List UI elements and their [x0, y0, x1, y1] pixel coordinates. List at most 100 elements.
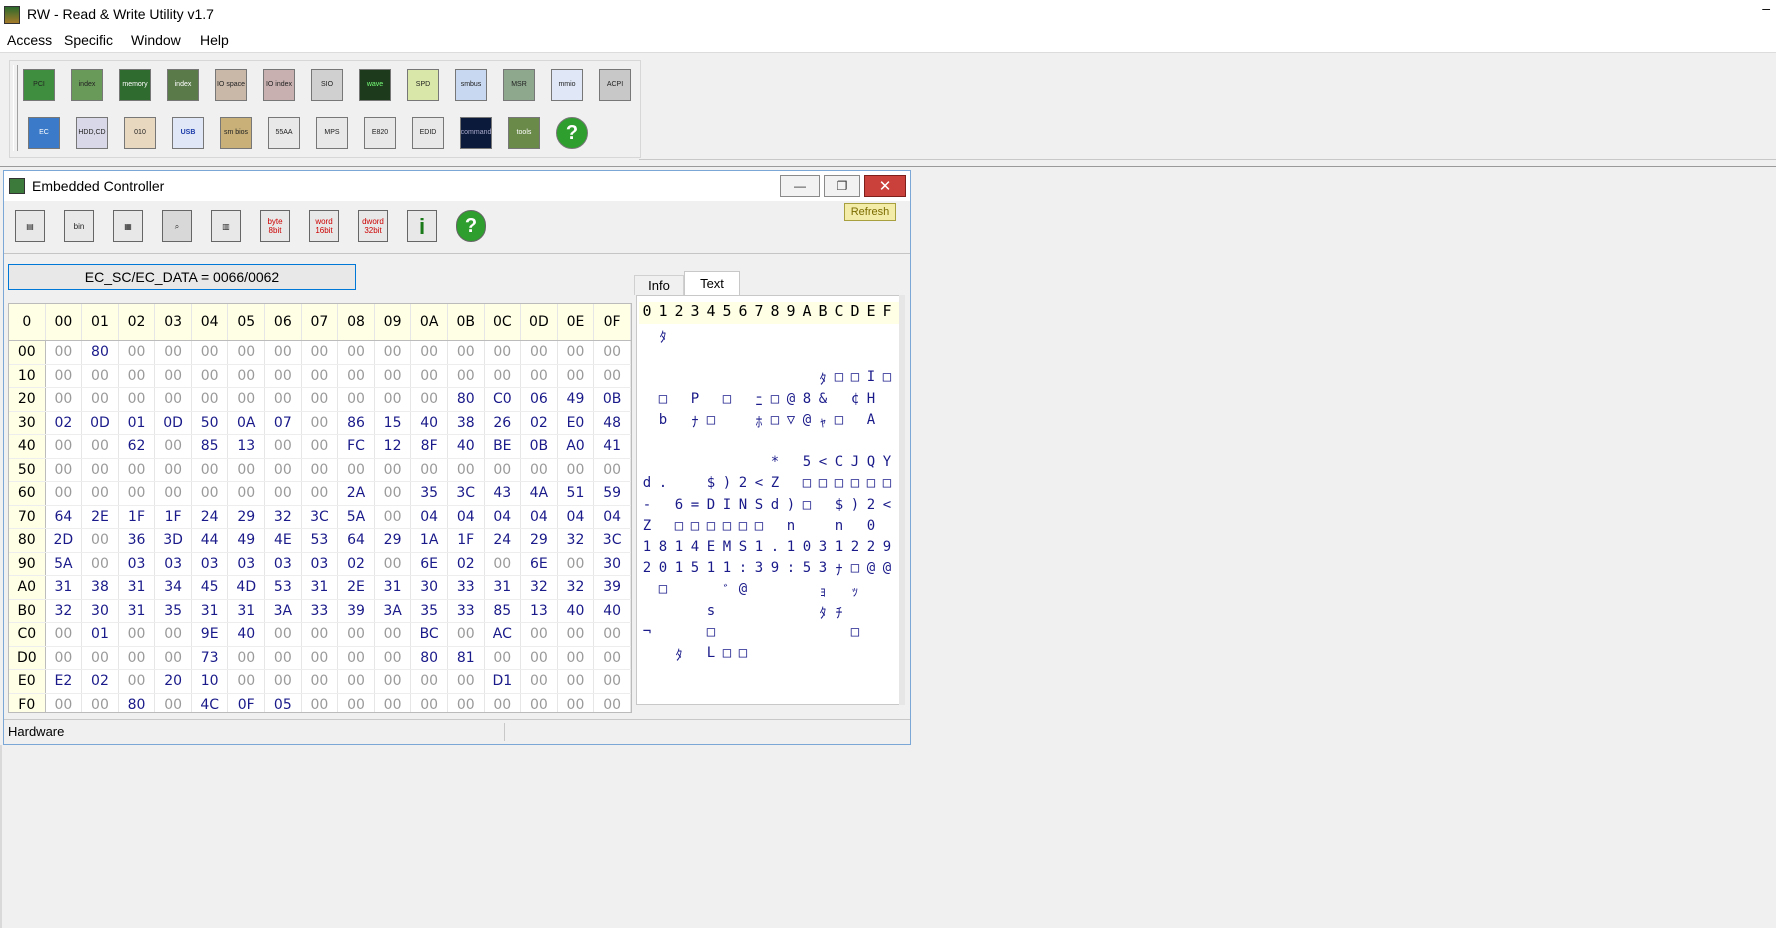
hex-cell[interactable]: FC: [337, 434, 375, 459]
ec-help-icon[interactable]: ?: [456, 210, 486, 242]
hex-cell[interactable]: 00: [81, 387, 119, 412]
hex-cell[interactable]: 00: [301, 340, 339, 365]
hex-cell[interactable]: 73: [191, 646, 229, 670]
text-char[interactable]: [799, 518, 815, 540]
text-char[interactable]: [735, 454, 751, 476]
hex-cell[interactable]: 00: [374, 340, 412, 365]
hex-cell[interactable]: 5A: [337, 505, 375, 529]
text-char[interactable]: [767, 369, 783, 391]
hex-cell[interactable]: 00: [484, 364, 522, 388]
hex-cell[interactable]: 00: [154, 434, 192, 459]
text-char[interactable]: [687, 603, 703, 625]
hex-cell[interactable]: 00: [520, 340, 558, 365]
text-char[interactable]: [719, 369, 735, 391]
hex-cell[interactable]: 00: [45, 340, 83, 365]
hex-cell[interactable]: 45: [191, 575, 229, 600]
hex-cell[interactable]: 00: [447, 364, 485, 388]
hex-cell[interactable]: AC: [484, 622, 522, 647]
hex-cell[interactable]: 13: [520, 599, 558, 623]
hex-cell[interactable]: 00: [484, 458, 522, 482]
hex-cell[interactable]: 00: [45, 434, 83, 459]
hex-cell[interactable]: 02: [81, 669, 119, 694]
ec-restore-button[interactable]: ❐: [824, 175, 860, 197]
text-char[interactable]: [671, 581, 687, 603]
text-char[interactable]: [783, 327, 799, 349]
hex-cell[interactable]: 3C: [301, 505, 339, 529]
ec-port-label[interactable]: EC_SC/EC_DATA = 0066/0062: [8, 264, 356, 290]
hex-cell[interactable]: 31: [484, 575, 522, 600]
hex-cell[interactable]: 00: [374, 622, 412, 647]
text-char[interactable]: @: [863, 560, 879, 582]
usb-icon[interactable]: USB: [172, 117, 204, 149]
file-010-icon[interactable]: 010: [124, 117, 156, 149]
text-char[interactable]: [719, 624, 735, 646]
hex-cell[interactable]: 40: [557, 599, 595, 623]
text-char[interactable]: □: [735, 645, 751, 667]
text-char[interactable]: N: [735, 497, 751, 519]
hex-cell[interactable]: 00: [154, 693, 192, 712]
text-char[interactable]: [863, 327, 879, 349]
hex-cell[interactable]: 2D: [45, 528, 83, 553]
text-char[interactable]: 9: [767, 560, 783, 582]
hex-cell[interactable]: 00: [118, 340, 156, 365]
hex-cell[interactable]: 00: [191, 364, 229, 388]
hex-cell[interactable]: 00: [227, 387, 266, 412]
text-char[interactable]: ﾞ: [719, 581, 735, 603]
hex-cell[interactable]: 00: [191, 481, 229, 506]
hex-cell[interactable]: 00: [484, 552, 522, 576]
text-char[interactable]: [655, 624, 671, 646]
hex-cell[interactable]: 30: [593, 552, 631, 576]
hex-cell[interactable]: 24: [484, 528, 522, 553]
hex-cell[interactable]: 04: [447, 505, 485, 529]
io-index-icon[interactable]: IO index: [263, 69, 295, 101]
word-16bit-icon[interactable]: word 16bit: [309, 210, 339, 242]
save-icon[interactable]: ▤: [15, 210, 45, 242]
text-char[interactable]: ¢: [847, 391, 863, 413]
text-char[interactable]: □: [831, 475, 847, 497]
text-char[interactable]: □: [847, 369, 863, 391]
text-char[interactable]: [735, 327, 751, 349]
text-char[interactable]: 1: [751, 539, 767, 561]
hex-cell[interactable]: 32: [45, 599, 83, 623]
hex-cell[interactable]: 59: [593, 481, 631, 506]
text-char[interactable]: .: [767, 539, 783, 561]
text-char[interactable]: =: [687, 497, 703, 519]
text-char[interactable]: [687, 327, 703, 349]
text-char[interactable]: □: [719, 645, 735, 667]
text-char[interactable]: [767, 624, 783, 646]
edid-icon[interactable]: EDID: [412, 117, 444, 149]
hex-cell[interactable]: 00: [227, 340, 266, 365]
hex-cell[interactable]: 00: [301, 411, 339, 435]
hex-cell[interactable]: 13: [227, 434, 266, 459]
text-char[interactable]: [767, 603, 783, 625]
text-char[interactable]: [879, 645, 895, 667]
text-char[interactable]: [879, 603, 895, 625]
text-char[interactable]: 5: [687, 560, 703, 582]
text-char[interactable]: [879, 412, 895, 434]
hex-cell[interactable]: 00: [118, 646, 156, 670]
hex-cell[interactable]: 00: [593, 622, 631, 647]
hex-cell[interactable]: 00: [337, 622, 375, 647]
text-char[interactable]: □: [879, 475, 895, 497]
text-char[interactable]: [879, 348, 895, 370]
text-char[interactable]: □: [863, 475, 879, 497]
text-char[interactable]: [847, 603, 863, 625]
text-char[interactable]: @: [799, 412, 815, 434]
hex-cell[interactable]: 00: [264, 434, 302, 459]
text-char[interactable]: [847, 518, 863, 540]
text-char[interactable]: [783, 369, 799, 391]
hex-cell[interactable]: 64: [337, 528, 375, 553]
text-char[interactable]: 8: [799, 391, 815, 413]
text-char[interactable]: [783, 624, 799, 646]
hex-cell[interactable]: 00: [374, 505, 412, 529]
text-char[interactable]: [687, 475, 703, 497]
find-binoculars-icon[interactable]: ⌕: [162, 210, 192, 242]
hex-cell[interactable]: 31: [301, 575, 339, 600]
text-char[interactable]: □: [799, 475, 815, 497]
text-char[interactable]: [751, 327, 767, 349]
hex-cell[interactable]: 00: [154, 622, 192, 647]
rom-55aa-icon[interactable]: 55AA: [268, 117, 300, 149]
text-char[interactable]: ｬ: [815, 412, 831, 434]
text-char[interactable]: [639, 433, 655, 455]
text-char[interactable]: [671, 391, 687, 413]
